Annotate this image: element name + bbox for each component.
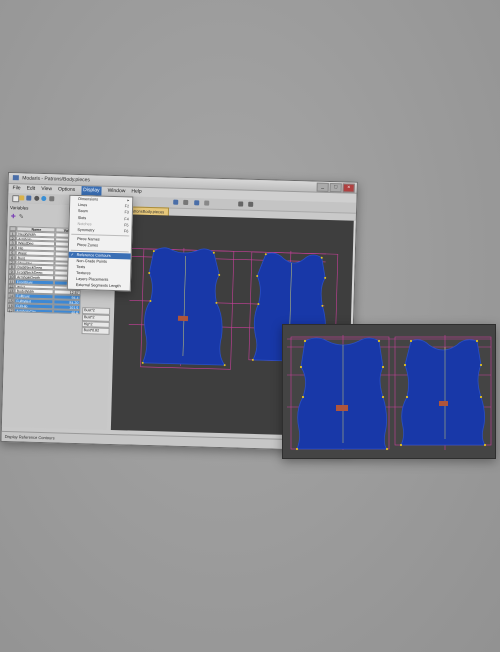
redo-icon[interactable] [41,195,47,202]
inset-back-marker [439,401,448,406]
add-icon[interactable]: ✚ [11,213,16,220]
app-icon [12,175,19,181]
menu-item-label: Reference Contours [76,252,111,258]
zoom-inset-canvas[interactable] [282,324,496,459]
menu-options[interactable]: Options [58,185,75,194]
inset-svg [287,335,492,451]
undo-icon[interactable] [34,195,40,201]
pan-icon[interactable] [49,196,55,202]
variable-name[interactable]: ArmholeCirc [14,307,54,314]
close-button[interactable]: × [342,183,355,193]
maximize-button[interactable]: □ [329,182,342,193]
inset-back-piece[interactable] [400,339,486,446]
menu-item-label: Slots [77,215,87,220]
menu-item-label: Notches [77,221,92,227]
menu-item[interactable]: External Segments Length [68,282,130,290]
front-piece-marker [177,315,189,322]
menu-item-label: Texts [76,264,86,270]
mirror-icon[interactable] [248,201,254,207]
layers-icon[interactable] [204,200,210,206]
menu-edit[interactable]: Edit [26,185,36,194]
display-menu-dropdown: Dimensions ▸ Lines F2 Seam F3 Slots F4 Notches F5… [66,194,134,292]
menu-item-label: Layers Placements [75,277,109,283]
inset-front-piece[interactable] [296,337,388,450]
zoom-icon[interactable] [173,199,179,205]
menu-item-label: Dimensions [78,196,99,202]
menu-help[interactable]: Help [131,187,142,196]
menu-window[interactable]: Window [107,187,126,196]
menu-item-label: Piece Zones [76,243,99,248]
settings-icon[interactable] [183,199,189,206]
edit-icon[interactable]: ✎ [19,213,24,220]
table-row[interactable]: 17 ArmholeCirc 40.6 [7,307,81,315]
formula-cell[interactable]: Bust*0.82 [81,327,110,336]
menu-item-shortcut: F6 [123,229,129,234]
menu-item-label: Textures [76,271,91,276]
menu-item-label: External Segments Length [75,283,121,289]
menu-file[interactable]: File [12,184,20,193]
menu-item-label: Non-Grade Points [76,258,107,264]
variable-value[interactable]: 40.6 [53,308,81,315]
minimize-button[interactable]: _ [316,182,329,192]
window-controls: _ □ × [316,182,355,193]
rotate-icon[interactable] [238,201,244,207]
window-title: Modaris - Patrons/Body.pieces [22,175,90,184]
menu-item-label: Seam [77,209,88,214]
save-icon[interactable] [26,195,32,201]
open-icon[interactable] [19,195,25,201]
menu-view[interactable]: View [41,185,52,194]
menu-item-label: Symmetry [77,227,95,233]
menu-item-label: Piece Names [77,237,100,242]
formula-column: Bust*2 Bust*2 Hip*2 Bust*0.82 [81,307,111,336]
inset-front-marker [336,405,348,411]
grid-icon[interactable] [194,200,200,206]
menu-item-label: Lines [78,203,88,208]
